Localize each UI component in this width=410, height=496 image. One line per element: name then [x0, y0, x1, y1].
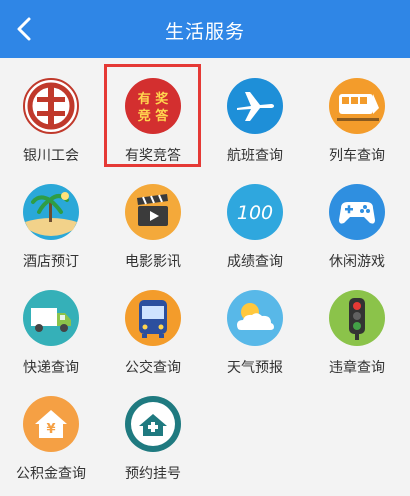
- score-100-icon: 100: [227, 184, 283, 240]
- service-bus[interactable]: 公交查询: [102, 270, 204, 376]
- bus-icon: [125, 290, 181, 346]
- service-label: 航班查询: [227, 148, 283, 164]
- service-score[interactable]: 100 成绩查询: [204, 164, 306, 270]
- train-icon: [329, 78, 385, 134]
- traffic-light-icon: [329, 290, 385, 346]
- top-bar: 生活服务: [0, 0, 410, 58]
- service-housing-fund[interactable]: ¥ 公积金查询: [0, 376, 102, 482]
- delivery-truck-icon: [23, 290, 79, 346]
- service-flight[interactable]: 航班查询: [204, 58, 306, 164]
- service-express[interactable]: 快递查询: [0, 270, 102, 376]
- hospital-registration-icon: [125, 396, 181, 452]
- service-label: 违章查询: [329, 360, 385, 376]
- service-movie[interactable]: 电影影讯: [102, 164, 204, 270]
- service-game[interactable]: 休闲游戏: [306, 164, 408, 270]
- gamepad-icon: [329, 184, 385, 240]
- service-label: 银川工会: [23, 148, 79, 164]
- service-label: 酒店预订: [23, 254, 79, 270]
- airplane-icon: [227, 78, 283, 134]
- service-label: 预约挂号: [125, 466, 181, 482]
- svg-text:100: 100: [237, 202, 273, 224]
- service-train[interactable]: 列车查询: [306, 58, 408, 164]
- page-title: 生活服务: [164, 21, 245, 43]
- svg-text:¥: ¥: [46, 422, 55, 437]
- service-trade-union[interactable]: 银川工会: [0, 58, 102, 164]
- svg-text:竞 答: 竞 答: [138, 108, 170, 124]
- service-grid: 银川工会 有 奖 竞 答 有奖竞答 航班查询 列车查询 酒店预订 电影影讯 10…: [0, 58, 410, 496]
- service-label: 公交查询: [125, 360, 181, 376]
- service-label: 有奖竞答: [125, 148, 181, 164]
- service-label: 成绩查询: [227, 254, 283, 270]
- service-registration[interactable]: 预约挂号: [102, 376, 204, 482]
- weather-sun-cloud-icon: [227, 290, 283, 346]
- service-label: 休闲游戏: [329, 254, 385, 270]
- beach-hotel-icon: [23, 184, 79, 240]
- service-label: 公积金查询: [16, 466, 86, 482]
- service-hotel[interactable]: 酒店预订: [0, 164, 102, 270]
- service-label: 列车查询: [329, 148, 385, 164]
- service-prize-quiz[interactable]: 有 奖 竞 答 有奖竞答: [102, 58, 204, 164]
- trade-union-logo-icon: [23, 78, 79, 134]
- svg-text:有 奖: 有 奖: [138, 91, 170, 107]
- service-label: 电影影讯: [125, 254, 181, 270]
- film-clapper-icon: [125, 184, 181, 240]
- service-violation[interactable]: 违章查询: [306, 270, 408, 376]
- service-label: 快递查询: [23, 360, 79, 376]
- housing-fund-icon: ¥: [23, 396, 79, 452]
- service-label: 天气预报: [227, 360, 283, 376]
- prize-quiz-icon: 有 奖 竞 答: [125, 78, 181, 134]
- service-weather[interactable]: 天气预报: [204, 270, 306, 376]
